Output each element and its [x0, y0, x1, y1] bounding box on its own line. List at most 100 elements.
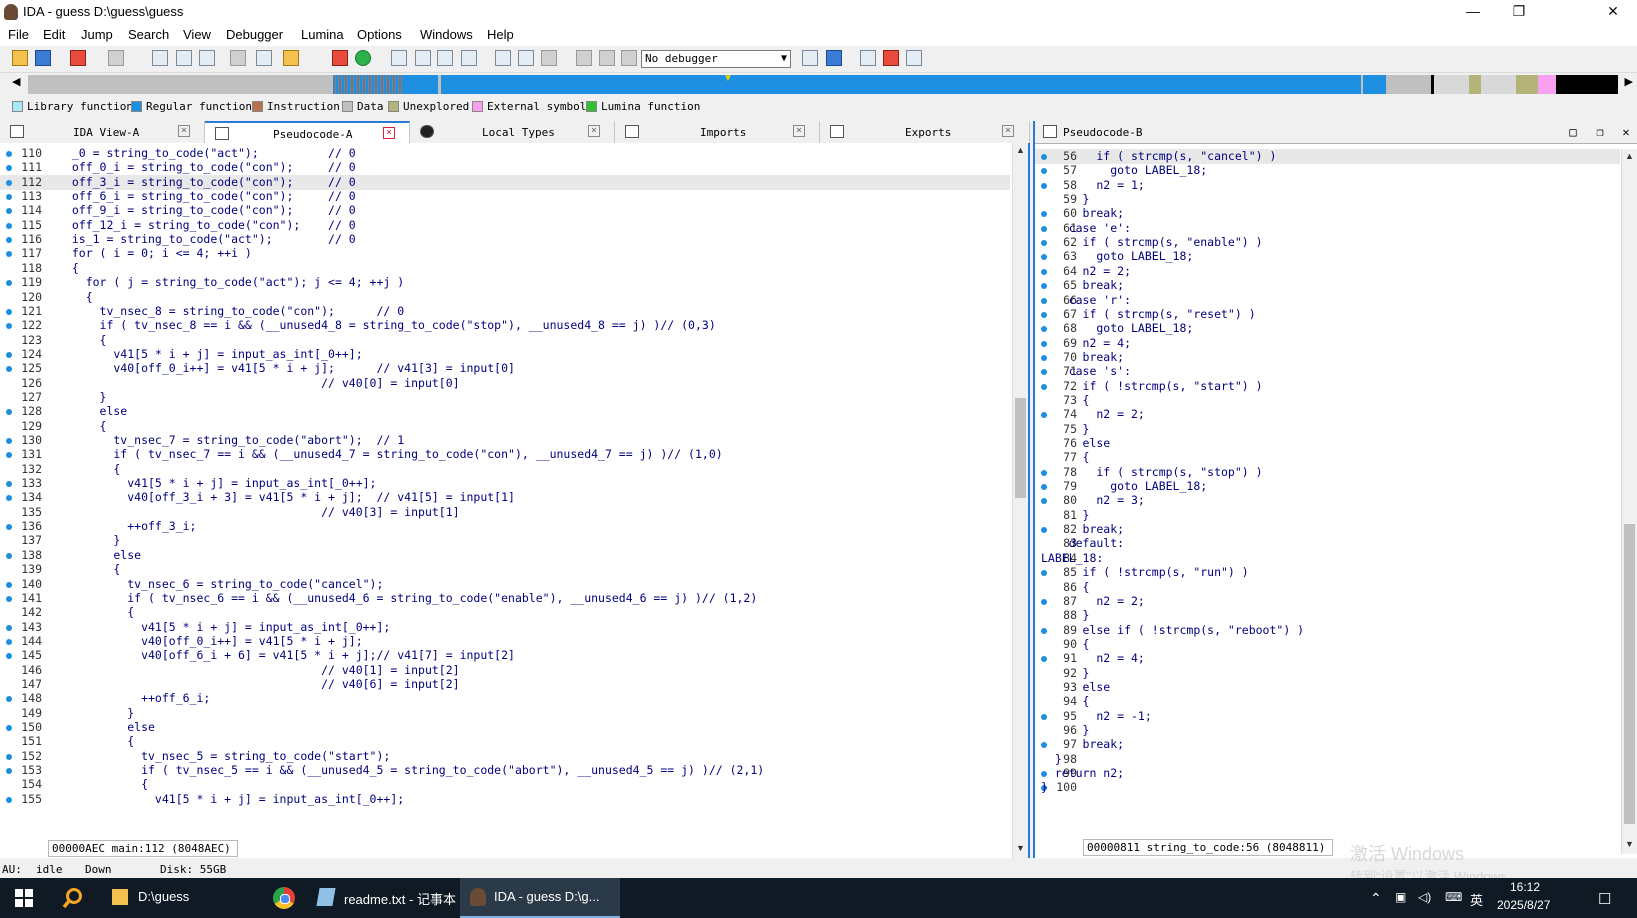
- close-icon[interactable]: ×: [178, 125, 190, 137]
- code-line[interactable]: 121 tv_nsec_8 = string_to_code("con"); /…: [0, 304, 1010, 319]
- code-line[interactable]: 139 {: [0, 562, 1010, 577]
- code-line[interactable]: 82 break;: [1035, 522, 1620, 537]
- breakpoint-icon[interactable]: [541, 50, 557, 66]
- code-line[interactable]: 68 goto LABEL_18;: [1035, 321, 1620, 336]
- code-line[interactable]: 149 }: [0, 706, 1010, 721]
- maximize-panel-button[interactable]: □: [1564, 123, 1582, 141]
- code-line[interactable]: 66 case 'r':: [1035, 293, 1620, 308]
- code-line[interactable]: 79 goto LABEL_18;: [1035, 479, 1620, 494]
- ime-indicator[interactable]: 英: [1470, 890, 1483, 909]
- code-line[interactable]: 110 _0 = string_to_code("act"); // 0: [0, 146, 1010, 161]
- pseudocode-b-scrollbar[interactable]: ▲ ▼: [1621, 149, 1637, 854]
- code-line[interactable]: 123 {: [0, 333, 1010, 348]
- code-line[interactable]: 153 if ( tv_nsec_5 == i && (__unused4_5 …: [0, 763, 1010, 778]
- nav-right-arrow-icon[interactable]: ▶: [1625, 75, 1633, 88]
- code-line[interactable]: 78 if ( strcmp(s, "stop") ): [1035, 465, 1620, 480]
- code-line[interactable]: 96 }: [1035, 723, 1620, 738]
- menu-search[interactable]: Search: [128, 27, 169, 42]
- code-line[interactable]: 138 else: [0, 548, 1010, 563]
- code-line[interactable]: 74 n2 = 2;: [1035, 407, 1620, 422]
- run-icon[interactable]: [576, 50, 592, 66]
- restore-panel-button[interactable]: ❐: [1591, 123, 1609, 141]
- code-line[interactable]: 58 n2 = 1;: [1035, 178, 1620, 193]
- code-line[interactable]: 75 }: [1035, 422, 1620, 437]
- save-icon[interactable]: [35, 50, 51, 66]
- taskbar-item-notepad[interactable]: readme.txt - 记事本: [310, 878, 456, 918]
- code-line[interactable]: 148 ++off_6_i;: [0, 691, 1010, 706]
- tab-ida-view-a[interactable]: IDA View-A ×: [0, 121, 205, 143]
- trace-icon[interactable]: [906, 50, 922, 66]
- tab-exports[interactable]: Exports ×: [820, 121, 1030, 143]
- code-line[interactable]: 134 v40[off_3_i + 3] = v41[5 * i + j]; /…: [0, 490, 1010, 505]
- menu-view[interactable]: View: [183, 27, 211, 42]
- code-line[interactable]: 90 {: [1035, 637, 1620, 652]
- code-line[interactable]: 140 tv_nsec_6 = string_to_code("cancel")…: [0, 577, 1010, 592]
- code-line[interactable]: 126 // v40[0] = input[0]: [0, 376, 1010, 391]
- code-line[interactable]: 69 n2 = 4;: [1035, 336, 1620, 351]
- patch-icon[interactable]: [518, 50, 534, 66]
- code-line[interactable]: 146 // v40[1] = input[2]: [0, 663, 1010, 678]
- graph-warning-icon[interactable]: [332, 50, 348, 66]
- code-line[interactable]: 60 break;: [1035, 206, 1620, 221]
- menu-windows[interactable]: Windows: [420, 27, 473, 42]
- tab-imports[interactable]: Imports ×: [615, 121, 820, 143]
- code-line[interactable]: 118 {: [0, 261, 1010, 276]
- navigation-strip[interactable]: ▼: [28, 73, 1618, 94]
- code-line[interactable]: 65 break;: [1035, 278, 1620, 293]
- code-line[interactable]: 133 v41[5 * i + j] = input_as_int[_0++];: [0, 476, 1010, 491]
- code-line[interactable]: 130 tv_nsec_7 = string_to_code("abort");…: [0, 433, 1010, 448]
- code-line[interactable]: 59 }: [1035, 192, 1620, 207]
- code-line[interactable]: 87 n2 = 2;: [1035, 594, 1620, 609]
- code-line[interactable]: 115 off_12_i = string_to_code("con"); //…: [0, 218, 1010, 233]
- jump-back-icon[interactable]: [70, 50, 86, 66]
- code-line[interactable]: 64 n2 = 2;: [1035, 264, 1620, 279]
- nav-left-arrow-icon[interactable]: ◀: [12, 75, 20, 88]
- code-line[interactable]: 72 if ( !strcmp(s, "start") ): [1035, 379, 1620, 394]
- code-line[interactable]: 98 }: [1035, 752, 1620, 767]
- breakpoint-list-icon[interactable]: [883, 50, 899, 66]
- code-line[interactable]: 62 if ( strcmp(s, "enable") ): [1035, 235, 1620, 250]
- function-icon[interactable]: [176, 50, 192, 66]
- code-line[interactable]: 112 off_3_i = string_to_code("con"); // …: [0, 174, 1010, 190]
- code-line[interactable]: 147 // v40[6] = input[2]: [0, 677, 1010, 692]
- debugger-select[interactable]: No debugger ▼: [641, 50, 791, 68]
- code-line[interactable]: 124 v41[5 * i + j] = input_as_int[_0++];: [0, 347, 1010, 362]
- code-line[interactable]: 117 for ( i = 0; i <= 4; ++i ): [0, 246, 1010, 261]
- struct-icon[interactable]: [199, 50, 215, 66]
- code-line[interactable]: 57 goto LABEL_18;: [1035, 163, 1620, 178]
- stop-icon[interactable]: [621, 50, 637, 66]
- code-line[interactable]: 113 off_6_i = string_to_code("con"); // …: [0, 189, 1010, 204]
- search-button[interactable]: [48, 878, 98, 918]
- close-icon[interactable]: ×: [588, 125, 600, 137]
- code-line[interactable]: 61 case 'e':: [1035, 221, 1620, 236]
- code-line[interactable]: 120 {: [0, 290, 1010, 305]
- tray-volume-icon[interactable]: ◁): [1418, 890, 1431, 904]
- graph-icon[interactable]: [461, 50, 477, 66]
- taskbar-item-explorer[interactable]: D:\guess: [100, 878, 250, 918]
- minimize-button[interactable]: —: [1450, 0, 1496, 24]
- code-line[interactable]: 89 else if ( !strcmp(s, "reboot") ): [1035, 623, 1620, 638]
- code-line[interactable]: 99 return n2;: [1035, 766, 1620, 781]
- taskbar-item-chrome[interactable]: [265, 878, 305, 918]
- tray-keyboard-icon[interactable]: ⌨: [1445, 890, 1462, 904]
- code-line[interactable]: 73 {: [1035, 393, 1620, 408]
- close-icon[interactable]: ×: [793, 125, 805, 137]
- list-icon[interactable]: [415, 50, 431, 66]
- code-line[interactable]: 93 else: [1035, 680, 1620, 695]
- code-line[interactable]: 116 is_1 = string_to_code("act"); // 0: [0, 232, 1010, 247]
- code-line[interactable]: 152 tv_nsec_5 = string_to_code("start");: [0, 749, 1010, 764]
- menu-lumina[interactable]: Lumina: [301, 27, 344, 42]
- tray-up-arrow-icon[interactable]: ⌃: [1370, 890, 1382, 907]
- code-line[interactable]: 70 break;: [1035, 350, 1620, 365]
- jump-forward-icon[interactable]: [108, 50, 124, 66]
- code-line[interactable]: 119 for ( j = string_to_code("act"); j <…: [0, 275, 1010, 290]
- green-circle-icon[interactable]: [355, 50, 371, 66]
- code-line[interactable]: 95 n2 = -1;: [1035, 709, 1620, 724]
- code-line[interactable]: 135 // v40[3] = input[1]: [0, 505, 1010, 520]
- output-window-icon[interactable]: [860, 50, 876, 66]
- decompile-icon[interactable]: [826, 50, 842, 66]
- notification-icon[interactable]: ☐: [1598, 890, 1611, 908]
- maximize-button[interactable]: ❐: [1496, 0, 1542, 24]
- scroll-up-arrow-icon[interactable]: ▲: [1622, 149, 1637, 164]
- xref-icon[interactable]: [437, 50, 453, 66]
